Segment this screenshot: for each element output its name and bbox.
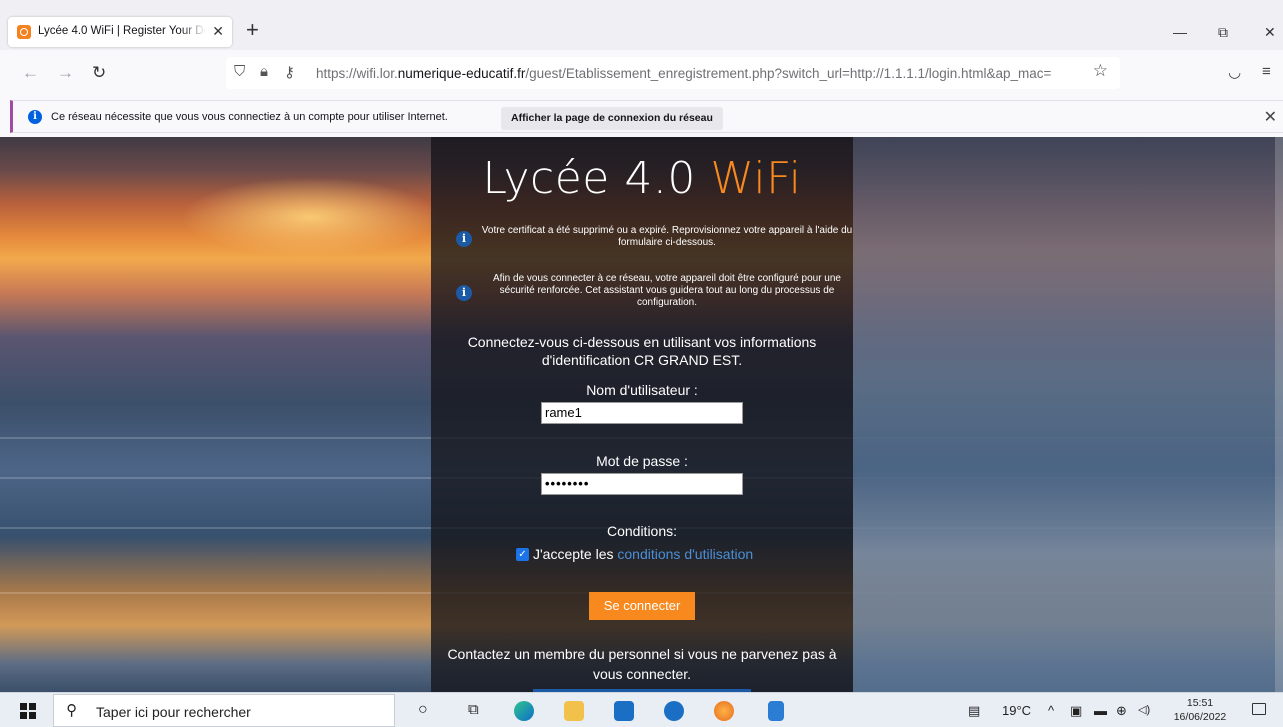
username-field[interactable]: rame1 (541, 402, 743, 424)
captive-portal-notification: i Ce réseau nécessite que vous vous conn… (10, 100, 1283, 133)
navigation-toolbar: ← → ↻ ⛉ 🔒︎ ⚷ https://wifi.lor.numerique-… (0, 50, 1283, 96)
volume-icon[interactable]: ◁) (1138, 703, 1150, 716)
pocket-icon[interactable]: ◡ (1228, 63, 1241, 81)
clock-date: 16/06/2022 (1173, 711, 1227, 723)
password-label: Mot de passe : (596, 453, 688, 469)
contact-staff-text: Contactez un membre du personnel si vous… (447, 646, 837, 682)
forward-arrow-icon[interactable]: → (57, 63, 74, 83)
accept-conditions-checkbox[interactable]: ✓ (516, 548, 529, 561)
tab-title: Lycée 4.0 WiFi | Register Your Device (38, 25, 206, 37)
cortana-icon[interactable]: ○ (418, 701, 428, 719)
menu-hamburger-icon[interactable]: ≡ (1262, 63, 1271, 80)
battery-icon[interactable]: ▬ (1094, 703, 1107, 718)
edge-icon[interactable] (514, 701, 534, 721)
mail-icon[interactable] (664, 701, 684, 721)
sunset-glow (180, 177, 440, 257)
password-field[interactable]: •••••••• (541, 473, 743, 495)
search-icon: ⚲ (66, 702, 77, 719)
info-icon: i (28, 110, 42, 124)
conditions-link[interactable]: conditions d'utilisation (617, 546, 753, 562)
notification-close-icon[interactable]: ✕ (1264, 107, 1277, 127)
show-hidden-icons-chevron-icon[interactable]: ^ (1048, 703, 1054, 718)
file-explorer-icon[interactable] (564, 701, 584, 721)
windows-taskbar: ⚲ Taper ici pour rechercher ○ ⧉ ▤ 19°C ^… (0, 692, 1283, 727)
page-background: Lycée 4.0 WiFi i Votre certificat a été … (0, 137, 1283, 692)
background-right (853, 137, 1283, 692)
key-icon[interactable]: ⚷ (284, 63, 295, 81)
portal-title: Lycée 4.0 WiFi (482, 153, 802, 204)
info-icon: i (456, 285, 472, 301)
tab-active[interactable]: Lycée 4.0 WiFi | Register Your Device ✕ (8, 17, 232, 47)
username-label: Nom d'utilisateur : (586, 382, 698, 398)
windows-start-icon[interactable] (20, 703, 36, 719)
lock-icon[interactable]: 🔒︎ (260, 63, 268, 80)
bookmark-star-icon[interactable]: ☆ (1093, 61, 1108, 81)
reload-icon[interactable]: ↻ (92, 63, 106, 83)
open-login-page-button[interactable]: Afficher la page de connexion du réseau (501, 107, 723, 130)
restore-button[interactable]: ⧉ (1218, 24, 1228, 41)
close-window-button[interactable]: ✕ (1264, 24, 1276, 41)
accept-conditions-text: J'accepte les conditions d'utilisation (533, 546, 754, 562)
conditions-label: Conditions: (606, 523, 678, 539)
network-globe-icon[interactable]: ⊕ (1116, 703, 1127, 719)
system-clock[interactable]: 15:51 16/06/2022 (1172, 696, 1228, 724)
new-tab-button[interactable]: + (246, 19, 259, 41)
url-bar[interactable]: ⛉ 🔒︎ ⚷ https://wifi.lor.numerique-educat… (226, 57, 1120, 89)
connect-button[interactable]: Se connecter (589, 592, 695, 620)
page-scrollbar[interactable] (1275, 137, 1283, 692)
login-intro: Connectez-vous ci-dessous en utilisant v… (467, 334, 817, 368)
search-placeholder: Taper ici pour rechercher (96, 704, 251, 720)
url-text[interactable]: https://wifi.lor.numerique-educatif.fr/g… (316, 66, 1086, 81)
site-favicon-icon (17, 25, 31, 39)
notification-text: Ce réseau nécessite que vous vous connec… (51, 111, 448, 123)
back-arrow-icon[interactable]: ← (22, 63, 39, 83)
store-icon[interactable] (614, 701, 634, 721)
clock-time: 15:51 (1186, 697, 1214, 709)
tab-close-icon[interactable]: ✕ (212, 23, 224, 40)
meet-now-icon[interactable]: ▣ (1070, 703, 1082, 719)
tab-strip: Lycée 4.0 WiFi | Register Your Device ✕ … (0, 0, 1283, 50)
info-icon: i (456, 231, 472, 247)
firefox-icon[interactable] (714, 701, 734, 721)
document-icon[interactable] (768, 701, 784, 721)
login-panel: Lycée 4.0 WiFi i Votre certificat a été … (431, 137, 853, 692)
task-view-icon[interactable]: ⧉ (468, 701, 479, 718)
tracking-shield-icon[interactable]: ⛉ (234, 63, 245, 80)
notification-center-icon[interactable] (1252, 703, 1266, 715)
minimize-button[interactable]: — (1173, 24, 1187, 40)
taskbar-search[interactable]: ⚲ Taper ici pour rechercher (53, 694, 395, 727)
weather-temperature[interactable]: 19°C (1002, 703, 1031, 718)
weather-icon[interactable]: ▤ (968, 703, 980, 719)
